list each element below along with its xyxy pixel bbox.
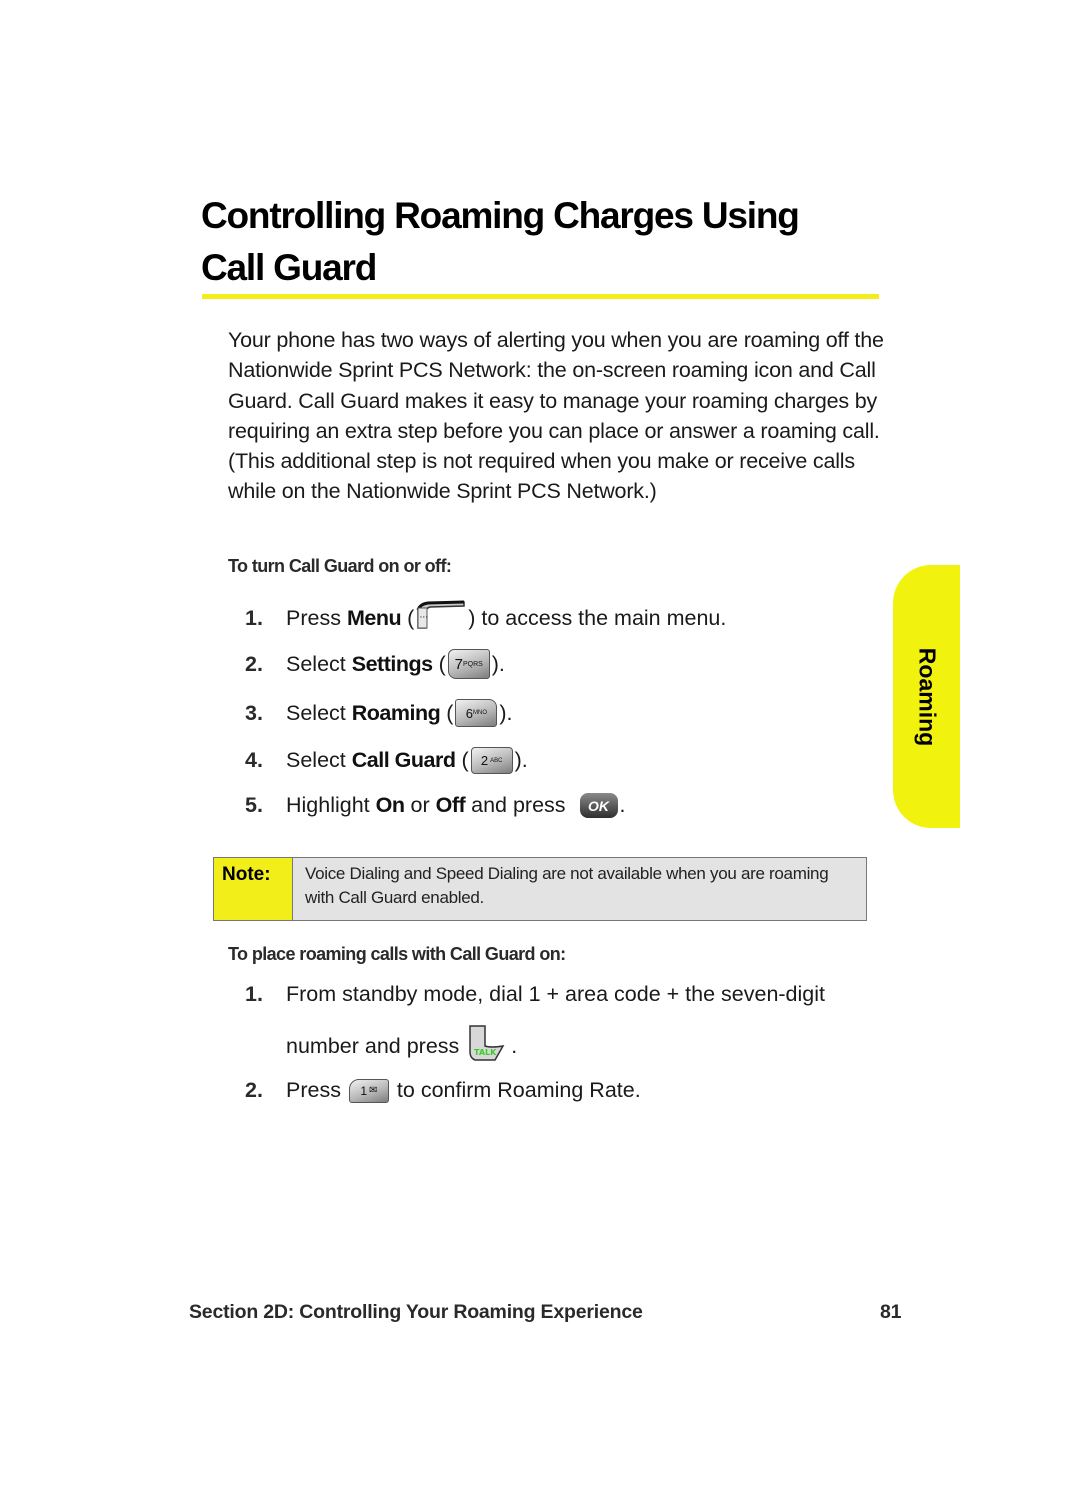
step-text: or	[404, 793, 436, 817]
menu-key-icon: ···	[416, 600, 466, 636]
step-text: Press	[286, 605, 341, 630]
footer-section-title: Section 2D: Controlling Your Roaming Exp…	[189, 1301, 643, 1323]
section1-step-3: 3. Select Roaming ( 6 MNO ).	[245, 699, 513, 727]
step-text: ) to access the main menu.	[468, 605, 727, 630]
settings-label: Settings	[351, 651, 433, 676]
step-text: ).	[514, 748, 528, 772]
step-text: ).	[491, 651, 505, 676]
section2-step-2: 2. Press 1 ✉ to confirm Roaming Rate.	[245, 1078, 641, 1103]
step-number: 3.	[245, 700, 263, 725]
key-6-icon: 6 MNO	[455, 699, 498, 727]
key-7-icon: 7 PQRS	[447, 649, 490, 679]
step-text: (	[407, 605, 415, 630]
step-text: to confirm Roaming Rate.	[390, 1078, 641, 1102]
step-text: and press	[465, 793, 572, 817]
step-text: Select	[286, 748, 346, 772]
step-number: 2.	[245, 651, 263, 676]
ok-key-label: OK	[579, 793, 618, 818]
step-text: number and press	[286, 1033, 466, 1058]
title-underline	[202, 294, 879, 299]
section2-heading: To place roaming calls with Call Guard o…	[228, 944, 566, 964]
off-label: Off	[435, 793, 466, 817]
note-text: Voice Dialing and Speed Dialing are not …	[305, 864, 829, 907]
step-number: 5.	[245, 793, 263, 817]
step-text: Select	[286, 700, 346, 725]
call-guard-label: Call Guard	[351, 748, 456, 772]
step-text: (	[461, 748, 469, 772]
step-text: .	[511, 1033, 518, 1058]
section1-step-2: 2. Select Settings ( 7 PQRS ).	[245, 649, 505, 679]
page-number: 81	[880, 1301, 902, 1323]
step-text: From standby mode, dial 1 + area code + …	[286, 982, 826, 1006]
key-2-icon: 2 ABC	[470, 747, 513, 774]
step-number: 2.	[245, 1078, 263, 1102]
title-line-2: Call Guard	[201, 247, 377, 288]
roaming-label: Roaming	[351, 700, 441, 725]
key-1-icon: 1 ✉	[348, 1078, 389, 1103]
section1-step-4: 4. Select Call Guard ( 2 ABC ).	[245, 747, 528, 774]
step-text: Press	[286, 1078, 347, 1102]
menu-label: Menu	[346, 605, 402, 630]
step-text: ).	[499, 700, 513, 725]
section1-step-5: 5. Highlight On or Off and press OK .	[245, 793, 625, 818]
step-number: 4.	[245, 748, 263, 772]
step-text: Select	[286, 651, 346, 676]
section2-step-1-cont: number and press TALK .	[286, 1024, 517, 1068]
section1-heading: To turn Call Guard on or off:	[228, 556, 452, 576]
step-text: (	[446, 700, 454, 725]
svg-text:TALK: TALK	[474, 1048, 497, 1057]
step-text: .	[619, 793, 626, 817]
note-label: Note:	[214, 858, 293, 920]
page-title: Controlling Roaming Charges Using Call G…	[201, 190, 901, 294]
svg-text:···: ···	[420, 613, 429, 623]
section-side-tab: Roaming	[893, 565, 960, 828]
side-tab-label: Roaming	[914, 647, 940, 746]
talk-key-icon: TALK	[467, 1024, 509, 1068]
on-label: On	[375, 793, 405, 817]
step-number: 1.	[245, 982, 263, 1006]
section2-step-1: 1. From standby mode, dial 1 + area code…	[245, 982, 825, 1007]
section1-step-1: 1. Press Menu ( ··· ) to access the main…	[245, 600, 726, 636]
step-text: (	[438, 651, 446, 676]
title-line-1: Controlling Roaming Charges Using	[201, 195, 800, 236]
intro-paragraph: Your phone has two ways of alerting you …	[228, 328, 884, 504]
step-text: Highlight	[286, 793, 370, 817]
step-number: 1.	[245, 605, 263, 630]
ok-key-icon: OK	[579, 793, 618, 818]
note-box: Note: Voice Dialing and Speed Dialing ar…	[213, 857, 867, 921]
